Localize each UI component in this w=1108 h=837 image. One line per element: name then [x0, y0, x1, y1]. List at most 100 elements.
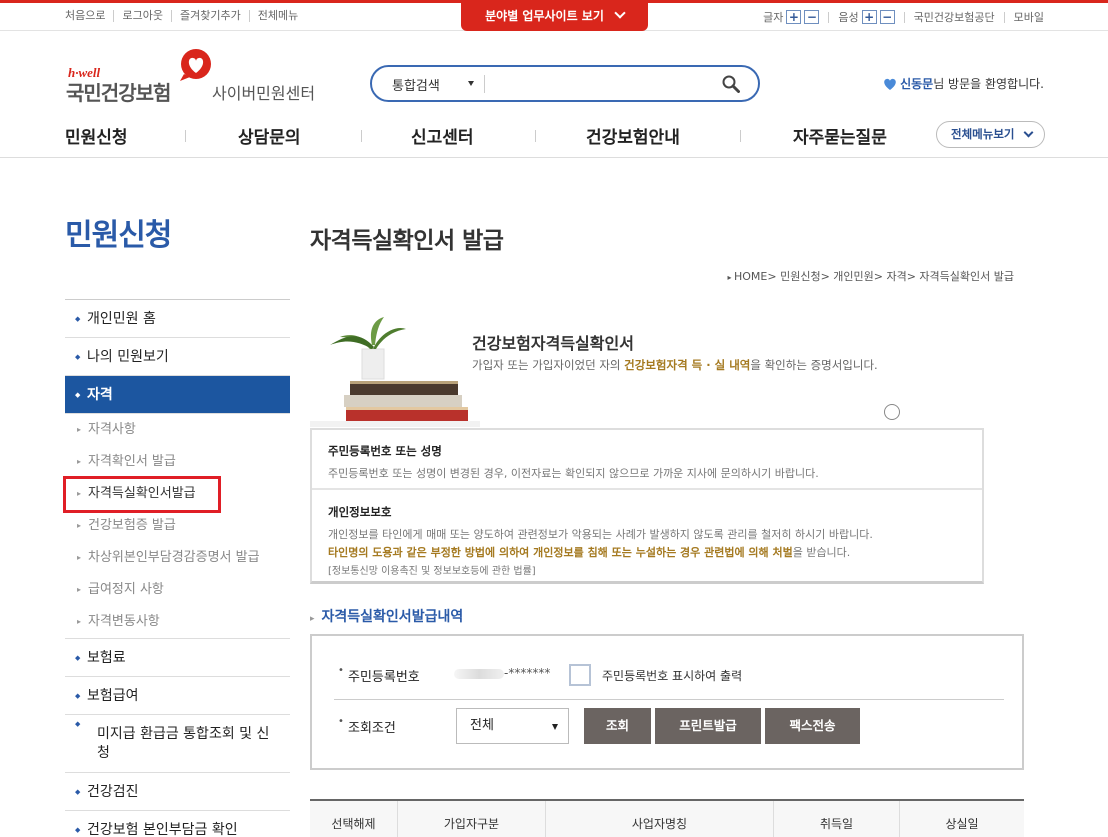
form-row-rrn: 주민등록번호 -******* 주민등록번호 표시하여 출력 [334, 656, 1004, 700]
chevron-down-icon [1023, 127, 1034, 138]
logo-subtitle: 사이버민원센터 [212, 84, 316, 103]
sidebar-nav: 개인민원 홈 나의 민원보기 자격 자격사항 자격확인서 발급 자격득실확인서발… [65, 299, 290, 837]
sidebar-item-personal-home[interactable]: 개인민원 홈 [65, 300, 290, 338]
field-sites-button[interactable]: 분야별 업무사이트 보기 [461, 3, 648, 31]
table-header-member-type: 가입자구분 [398, 801, 546, 837]
sidebar-subitem-qualification-details[interactable]: 자격사항 [65, 414, 290, 446]
loading-circle-icon [884, 404, 900, 420]
show-rrn-checkbox[interactable] [569, 664, 591, 686]
rrn-masked-text: -******* [504, 666, 551, 680]
font-increase-button[interactable]: + [786, 10, 802, 24]
show-rrn-label[interactable]: 주민등록번호 표시하여 출력 [602, 667, 742, 684]
condition-selected-value: 전체 [470, 718, 494, 733]
description-text: 가입자 또는 가입자이었던 자의 [472, 358, 625, 372]
user-name: 신동문 [900, 77, 934, 91]
section-heading: 자격득실확인서발급내역 [310, 606, 464, 626]
sidebar-item-my-requests[interactable]: 나의 민원보기 [65, 338, 290, 376]
issue-form: 주민등록번호 -******* 주민등록번호 표시하여 출력 조회조건 전체 조… [310, 634, 1024, 770]
caret-down-icon [552, 724, 558, 730]
field-sites-label: 분야별 업무사이트 보기 [485, 9, 604, 23]
sidebar-item-label: 보험급여 [87, 688, 139, 704]
welcome-text: 님 방문을 환영합니다. [933, 77, 1044, 91]
table-header-business-name: 사업자명칭 [546, 801, 774, 837]
table-header-acquisition-date: 취득일 [774, 801, 900, 837]
divider [484, 75, 485, 93]
font-decrease-button[interactable]: − [804, 10, 820, 24]
sidebar-subitem-label: 급여정지 사항 [88, 582, 164, 597]
certificate-title: 건강보험자격득실확인서 [472, 334, 634, 353]
breadcrumb: HOME> 민원신청> 개인민원> 자격> 자격득실확인서 발급 [727, 268, 1014, 284]
sidebar-subitem-label: 차상위본인부담경감증명서 발급 [88, 550, 260, 565]
warning-highlight: 타인명의 도용과 같은 부정한 방법에 의하여 개인정보를 침해 또는 누설하는… [328, 546, 793, 559]
search-bar: 통합검색 [370, 65, 760, 102]
voice-decrease-button[interactable]: − [879, 10, 895, 24]
utility-right: 글자 + − 음성 + − 국민건강보험공단 모바일 [763, 9, 1044, 25]
utility-links: 처음으로 로그아웃 즐겨찾기추가 전체메뉴 [65, 10, 306, 22]
home-link[interactable]: 처음으로 [65, 10, 113, 22]
sidebar-item-copay-check[interactable]: 건강보험 본인부담금 확인 [65, 811, 290, 837]
nav-report-center[interactable]: 신고센터 [411, 123, 474, 148]
org-link[interactable]: 국민건강보험공단 [914, 9, 995, 25]
description-text: 을 확인하는 증명서입니다. [750, 358, 878, 372]
selected-item-highlight [63, 476, 221, 513]
condition-select[interactable]: 전체 [456, 708, 569, 744]
voice-label: 음성 [838, 11, 859, 24]
sidebar-subitem-qualification-changes[interactable]: 자격변동사항 [65, 606, 290, 639]
search-scope-select[interactable]: 통합검색 [392, 75, 440, 94]
nav-insurance-guide[interactable]: 건강보험안내 [586, 123, 680, 148]
warning-text: 을 받습니다. [792, 546, 851, 559]
books-plant-illustration [310, 317, 480, 427]
logout-link[interactable]: 로그아웃 [113, 10, 170, 22]
sidebar-subitem-label: 자격확인서 발급 [88, 454, 176, 469]
sidebar-subitem-qualification-certificate[interactable]: 자격확인서 발급 [65, 446, 290, 478]
sidebar-subitem-benefit-suspension[interactable]: 급여정지 사항 [65, 574, 290, 606]
notice-text: 주민등록번호 또는 성명이 변경된 경우, 이전자료는 확인되지 않으므로 가까… [328, 467, 819, 480]
rrn-value: -******* [454, 666, 550, 680]
nav-consultation[interactable]: 상담문의 [238, 123, 301, 148]
sidebar-subitem-label: 건강보험증 발급 [88, 518, 176, 533]
utility-bar: 처음으로 로그아웃 즐겨찾기추가 전체메뉴 분야별 업무사이트 보기 글자 + … [0, 0, 1108, 31]
page-title: 자격득실확인서 발급 [310, 228, 504, 254]
nav-faq[interactable]: 자주묻는질문 [793, 123, 887, 148]
sidebar-subitem-insurance-card[interactable]: 건강보험증 발급 [65, 510, 290, 542]
notice-title: 개인정보보호 [328, 505, 392, 519]
notice-rrn-name: 주민등록번호 또는 성명 주민등록번호 또는 성명이 변경된 경우, 이전자료는… [312, 430, 982, 490]
sidebar-item-refund-inquiry[interactable]: 미지급 환급금 통합조회 및 신청 [65, 715, 290, 773]
sidebar-subitem-label: 자격사항 [88, 422, 136, 437]
table-header-deselect[interactable]: 선택해제 [310, 801, 398, 837]
divider [1003, 11, 1005, 23]
search-button[interactable]: 조회 [584, 708, 651, 744]
blurred-text [454, 668, 504, 679]
logo-name[interactable]: 국민건강보험 [66, 77, 171, 106]
sidebar-item-benefits[interactable]: 보험급여 [65, 677, 290, 715]
bookmark-link[interactable]: 즐겨찾기추가 [170, 10, 249, 22]
voice-increase-button[interactable]: + [861, 10, 877, 24]
table-header-loss-date: 상실일 [945, 817, 979, 831]
print-issue-button[interactable]: 프린트발급 [655, 708, 761, 744]
sidebar-item-label: 건강검진 [87, 784, 139, 800]
sidebar-item-label: 자격 [87, 387, 113, 403]
sidebar-item-premium[interactable]: 보험료 [65, 639, 290, 677]
notice-text: 개인정보를 타인에게 매매 또는 양도하여 관련정보가 악용되는 사례가 발생하… [328, 528, 873, 541]
mobile-link[interactable]: 모바일 [1014, 9, 1044, 25]
sidebar-subitem-copay-reduction-certificate[interactable]: 차상위본인부담경감증명서 발급 [65, 542, 290, 574]
condition-label: 조회조건 [338, 716, 396, 736]
divider [828, 11, 830, 23]
site-header: h·well 국민건강보험 사이버민원센터 통합검색 신동문 님 방문을 환영합… [0, 31, 1108, 158]
sidebar-item-label: 미지급 환급금 통합조회 및 신청 [97, 726, 270, 761]
rrn-label: 주민등록번호 [338, 665, 420, 685]
sidebar-item-health-checkup[interactable]: 건강검진 [65, 773, 290, 811]
sidebar-item-label: 보험료 [87, 650, 126, 666]
sidebar-item-qualification[interactable]: 자격 [65, 376, 290, 414]
sitemap-link[interactable]: 전체메뉴 [248, 10, 306, 22]
nav-civil-request[interactable]: 민원신청 [65, 123, 128, 148]
fax-send-button[interactable]: 팩스전송 [765, 708, 860, 744]
search-icon[interactable] [722, 75, 740, 93]
notice-title: 주민등록번호 또는 성명 [328, 444, 442, 458]
divider [903, 11, 905, 23]
divider [535, 130, 536, 142]
heart-icon [884, 78, 896, 90]
form-row-condition: 조회조건 전체 조회 프린트발급 팩스전송 [334, 706, 1004, 746]
divider [361, 130, 362, 142]
all-menu-button[interactable]: 전체메뉴보기 [936, 121, 1045, 148]
